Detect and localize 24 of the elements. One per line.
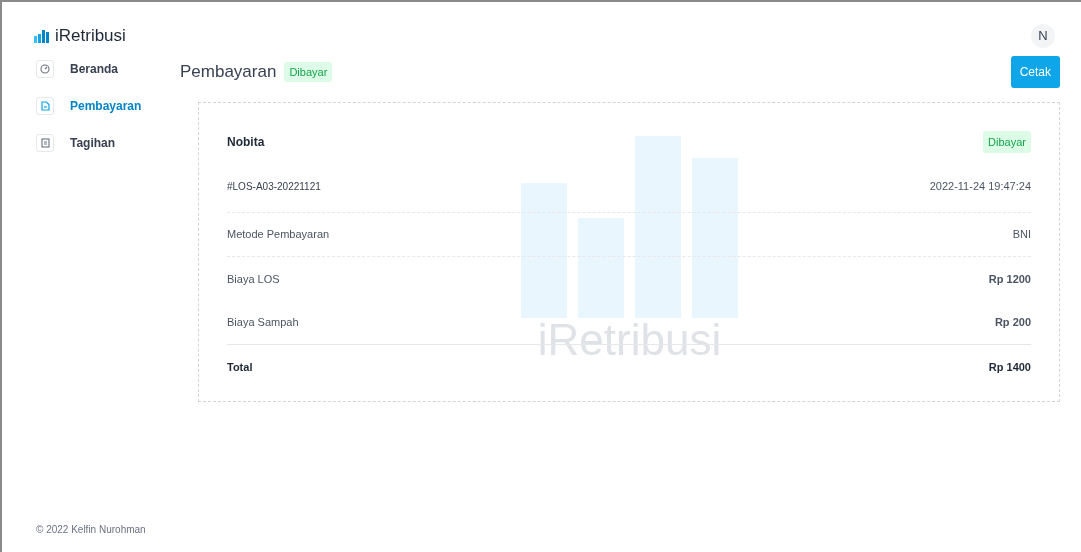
status-badge: Dibayar [983, 130, 1031, 154]
payment-date: 2022-11-24 19:47:24 [929, 179, 1031, 195]
sidebar-item[interactable]: Tagihan [36, 134, 180, 152]
sidebar-item[interactable]: Beranda [36, 60, 180, 78]
gauge-icon [40, 64, 50, 74]
list-icon [40, 138, 50, 148]
status-badge: Dibayar [284, 61, 333, 83]
row-label: Metode Pembayaran [227, 227, 330, 243]
row-value: BNI [1012, 227, 1031, 243]
invoice-code: #LOS-A03-20221121 [227, 180, 321, 194]
row-value: Rp 1400 [988, 359, 1031, 375]
row-label: Biaya LOS [227, 271, 280, 287]
payer-name: Nobita [227, 134, 265, 151]
sidebar-item[interactable]: Pembayaran [36, 97, 180, 115]
user-avatar[interactable]: N [1031, 24, 1055, 48]
file-icon [40, 101, 50, 111]
row-label: Biaya Sampah [227, 315, 299, 331]
copyright-text: © 2022 Kelfin Nurohman [36, 524, 146, 535]
bar-chart-icon [34, 29, 49, 43]
row-value: Rp 1200 [988, 271, 1031, 287]
brand-name: iRetribusi [55, 25, 126, 48]
row-label: Total [227, 359, 253, 375]
row-value: Rp 200 [994, 315, 1031, 331]
page-title: Pembayaran [180, 61, 277, 84]
